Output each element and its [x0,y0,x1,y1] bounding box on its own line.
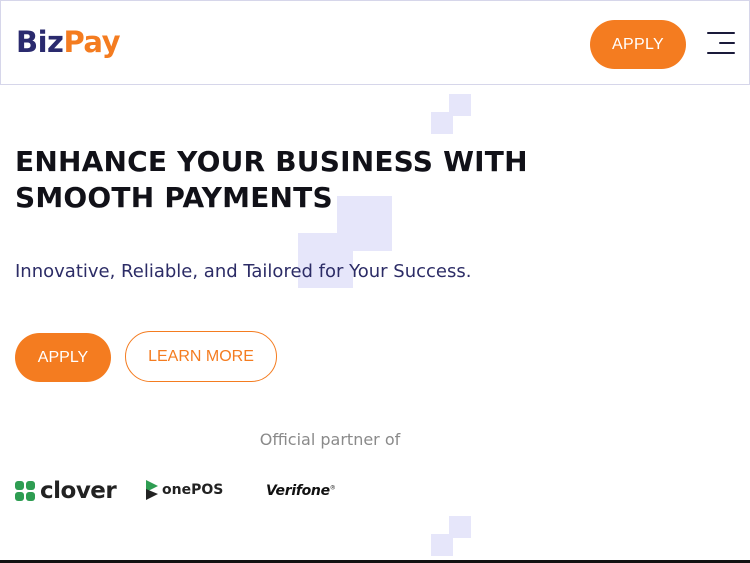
menu-line-middle [719,42,735,44]
onepos-logo-icon [146,480,158,500]
decor-square [431,112,453,134]
hamburger-menu-icon[interactable] [707,30,735,56]
clover-logo: clover [14,478,117,504]
clover-logo-text: clover [40,478,117,504]
onepos-logo: onePOS [145,478,223,502]
headline-line-1: ENHANCE YOUR BUSINESS WITH [15,145,528,178]
learn-more-button[interactable]: LEARN MORE [125,331,277,382]
hero-headline: ENHANCE YOUR BUSINESS WITH SMOOTH PAYMEN… [15,144,575,216]
logo-biz: Biz [16,25,64,59]
verifone-logo-text: Verifone [266,483,330,499]
decor-square [431,534,453,556]
site-header: BizPay APPLY [0,0,750,85]
header-apply-button[interactable]: APPLY [590,20,686,69]
onepos-logo-text: onePOS [162,482,224,498]
verifone-logo: Verifone® [266,483,336,499]
menu-line-top [707,32,735,34]
verifone-trademark-icon: ® [329,484,336,492]
partners-heading: Official partner of [259,430,401,449]
bizpay-logo[interactable]: BizPay [16,25,120,59]
menu-line-bottom [707,52,735,54]
hero-apply-button[interactable]: APPLY [15,333,111,382]
logo-pay: Pay [63,25,120,59]
headline-line-2: SMOOTH PAYMENTS [15,181,333,214]
hero-subtitle: Innovative, Reliable, and Tailored for Y… [15,261,472,282]
clover-logo-icon [15,481,35,501]
